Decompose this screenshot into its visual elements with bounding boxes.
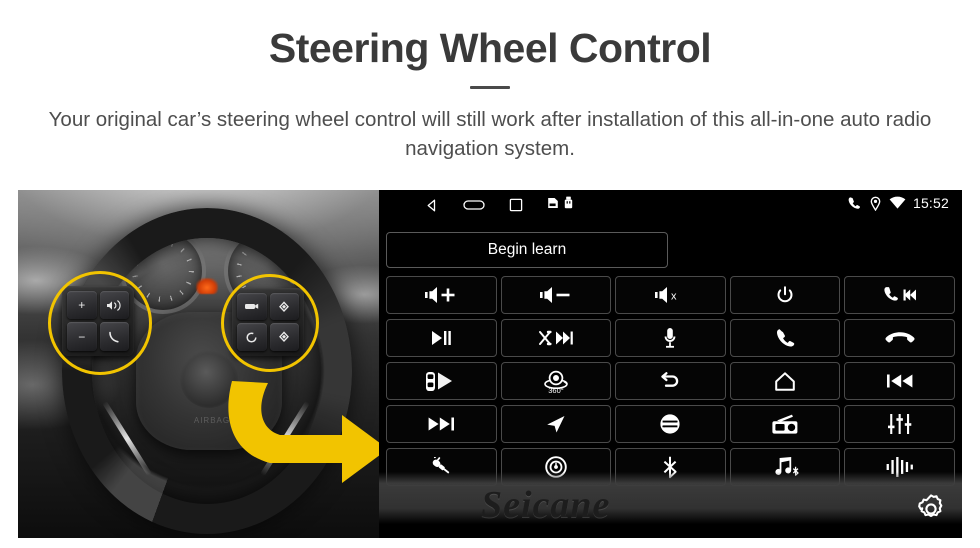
swc-button-equalizer[interactable] — [844, 405, 955, 443]
location-icon — [869, 196, 882, 211]
seicane-watermark: Seicane — [481, 484, 611, 526]
page-title: Steering Wheel Control — [268, 25, 712, 71]
curved-arrow-icon — [216, 375, 379, 495]
camera-360-label: 360° — [548, 386, 564, 394]
android-status-bar: 15:52 — [379, 190, 962, 220]
begin-learn-button[interactable]: Begin learn — [386, 232, 668, 268]
swc-button-hang-up[interactable] — [844, 319, 955, 357]
swc-button-answer-call[interactable] — [729, 319, 841, 357]
steering-wheel-photo: AIRBAG + − — [18, 190, 379, 538]
swc-button-next-track[interactable] — [386, 405, 497, 443]
right-cluster-highlight-circle — [221, 274, 319, 372]
page-root: Steering Wheel Control Your original car… — [0, 0, 980, 548]
swc-button-disc[interactable] — [500, 448, 612, 486]
back-icon[interactable] — [424, 198, 439, 213]
swc-button-parking-sensor[interactable] — [386, 362, 497, 400]
swc-button-back[interactable] — [615, 362, 726, 400]
begin-learn-label: Begin learn — [487, 241, 567, 258]
android-nav-buttons — [424, 196, 573, 214]
header: Steering Wheel Control Your original car… — [0, 0, 980, 163]
swc-button-navigation[interactable] — [500, 405, 612, 443]
swc-button-bluetooth-music[interactable] — [729, 448, 841, 486]
swc-button-radio[interactable] — [729, 405, 841, 443]
home-icon[interactable] — [463, 198, 485, 212]
status-bar-clock: 15:52 — [912, 195, 949, 211]
head-unit-screen: 15:52 Begin learn x 360° Seicane — [379, 190, 962, 538]
swc-button-previous-track[interactable] — [844, 362, 955, 400]
swc-button-volume-down[interactable] — [500, 276, 612, 314]
swc-button-aux[interactable] — [386, 448, 497, 486]
title-divider — [470, 85, 510, 89]
swc-button-play-pause[interactable] — [386, 319, 497, 357]
swc-button-shuffle-next[interactable] — [500, 319, 612, 357]
media-row: AIRBAG + − 15:52 Begin learn x 360° Seic… — [18, 190, 962, 538]
gear-icon — [914, 492, 948, 531]
svg-text:x: x — [671, 291, 677, 303]
wifi-icon — [889, 196, 906, 210]
usb-icon — [564, 196, 573, 214]
recents-icon[interactable] — [509, 198, 523, 212]
swc-button-mute[interactable]: x — [615, 276, 726, 314]
swc-button-voice-wave[interactable] — [844, 448, 955, 486]
swc-button-camera-360[interactable]: 360° — [500, 362, 612, 400]
settings-gear-button[interactable] — [912, 492, 950, 530]
swc-button-call-previous[interactable] — [844, 276, 955, 314]
left-cluster-highlight-circle — [48, 271, 152, 375]
swc-button-home[interactable] — [729, 362, 841, 400]
status-bar-right: 15:52 — [847, 195, 949, 211]
swc-button-bluetooth[interactable] — [615, 448, 726, 486]
swc-button-power[interactable] — [729, 276, 841, 314]
swc-button-microphone[interactable] — [615, 319, 726, 357]
storage-status-icons — [547, 196, 573, 214]
swc-function-grid: x 360° — [386, 276, 955, 486]
swc-button-volume-up[interactable] — [386, 276, 497, 314]
sd-card-icon — [547, 196, 559, 214]
page-subtitle: Your original car’s steering wheel contr… — [48, 107, 932, 161]
swc-button-source-switch[interactable] — [615, 405, 726, 443]
phone-signal-icon — [847, 196, 862, 211]
